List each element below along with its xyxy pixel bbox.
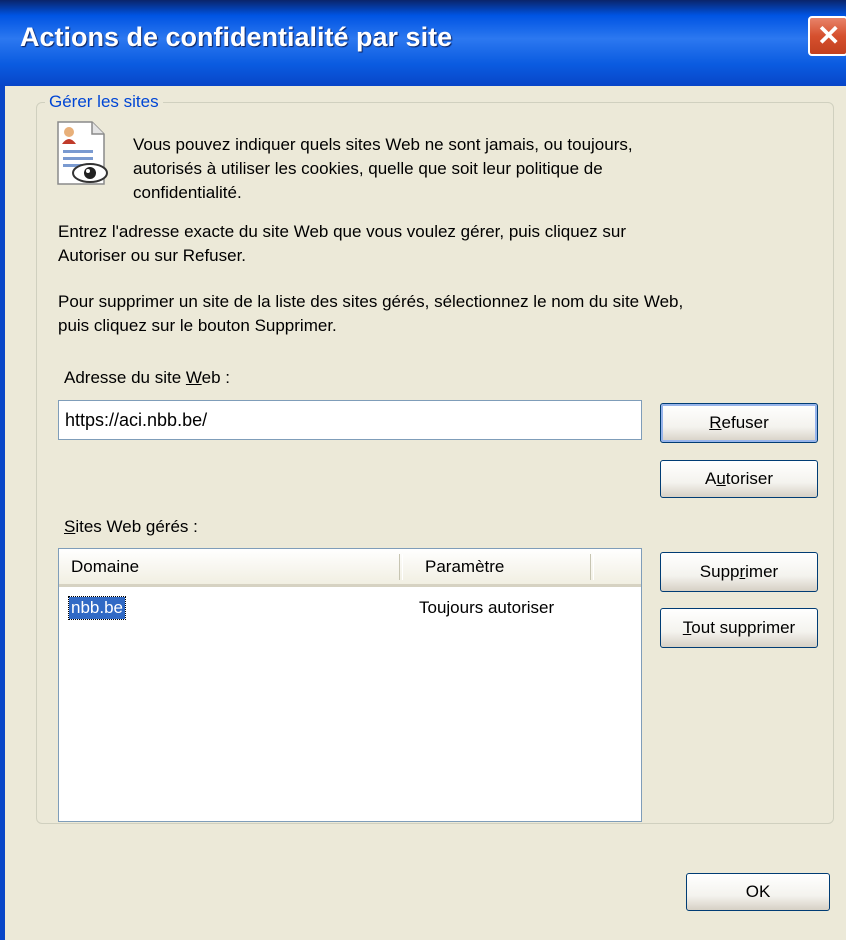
privacy-report-icon: [57, 121, 108, 185]
column-divider[interactable]: [399, 554, 403, 580]
row-setting[interactable]: Toujours autoriser: [419, 597, 554, 619]
remove-all-button[interactable]: Tout supprimer: [660, 608, 818, 648]
column-divider[interactable]: [590, 554, 594, 580]
intro-text-line-3: confidentialité.: [133, 183, 242, 202]
remove-label-rest: imer: [745, 562, 779, 581]
refuse-accesskey: R: [709, 413, 722, 432]
address-label-text: Adresse du site: [64, 368, 186, 387]
instructions-line-2: Autoriser ou sur Refuser.: [58, 246, 247, 265]
allow-button[interactable]: Autoriser: [660, 460, 818, 498]
instructions-line-1: Entrez l'adresse exacte du site Web que …: [58, 222, 627, 241]
privacy-actions-dialog: Actions de confidentialité par site ✕ Gé…: [0, 0, 846, 940]
close-button[interactable]: ✕: [808, 16, 846, 56]
intro-text-line-2: autorisés à utiliser les cookies, quelle…: [133, 159, 603, 178]
allow-label-rest: toriser: [725, 469, 774, 488]
address-label: Adresse du site Web :: [64, 367, 230, 388]
allow-accesskey: u: [716, 469, 726, 488]
column-header-setting[interactable]: Paramètre: [425, 557, 504, 577]
managed-sites-label-rest: ites Web gérés :: [75, 517, 198, 536]
refuse-label: efuser: [721, 413, 769, 432]
remove-instructions-line-2: puis cliquez sur le bouton Supprimer.: [58, 316, 337, 335]
row-domain[interactable]: nbb.be: [68, 596, 126, 620]
window-title: Actions de confidentialité par site: [20, 22, 453, 52]
address-label-rest: eb :: [201, 368, 231, 387]
remove-all-accesskey: T: [682, 618, 692, 637]
allow-label-start: A: [704, 469, 717, 488]
remove-button[interactable]: Supprimer: [660, 552, 818, 592]
close-icon: ✕: [817, 20, 841, 51]
remove-instructions-line-1: Pour supprimer un site de la liste des s…: [58, 292, 684, 311]
managed-sites-list[interactable]: Domaine Paramètre nbb.be Toujours autori…: [58, 548, 642, 822]
address-label-accesskey: W: [185, 368, 202, 387]
list-header: Domaine Paramètre: [59, 549, 641, 587]
column-header-domain[interactable]: Domaine: [71, 557, 139, 577]
groupbox-label: Gérer les sites: [45, 92, 163, 112]
managed-sites-label: Sites Web gérés :: [64, 516, 198, 537]
managed-sites-accesskey: S: [64, 517, 76, 536]
remove-all-label-rest: out supprimer: [691, 618, 796, 637]
remove-label-start: Supp: [699, 562, 740, 581]
ok-button[interactable]: OK: [686, 873, 830, 911]
intro-text-line-1: Vous pouvez indiquer quels sites Web ne …: [133, 135, 633, 154]
refuse-button[interactable]: Refuser: [660, 403, 818, 443]
title-bar[interactable]: Actions de confidentialité par site ✕: [0, 0, 846, 86]
website-address-input[interactable]: [58, 400, 642, 440]
